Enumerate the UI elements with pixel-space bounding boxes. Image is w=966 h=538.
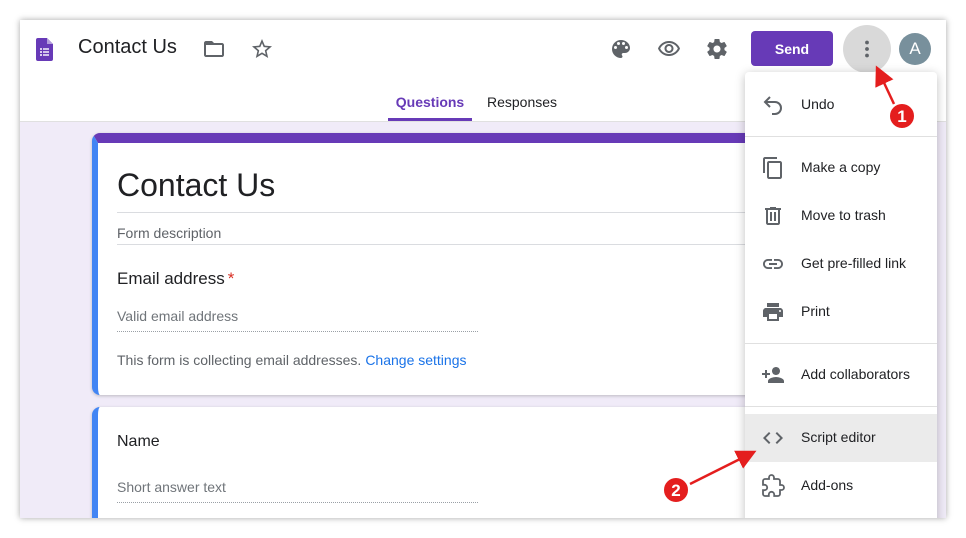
menu-item-label: Undo xyxy=(801,96,835,112)
puzzle-icon xyxy=(761,474,785,498)
menu-item-label: Print xyxy=(801,303,830,319)
account-avatar[interactable]: A xyxy=(899,33,931,65)
menu-divider xyxy=(745,406,937,407)
forms-logo-icon[interactable] xyxy=(36,38,53,61)
menu-item-add-collaborators[interactable]: Add collaborators xyxy=(745,351,937,399)
menu-divider xyxy=(745,136,937,137)
collecting-email-notice: This form is collecting email addresses.… xyxy=(117,352,467,368)
settings-gear-icon[interactable] xyxy=(705,37,729,61)
document-title[interactable]: Contact Us xyxy=(78,36,177,59)
tab-responses[interactable]: Responses xyxy=(487,94,557,121)
question-card-name[interactable]: Name Short answer text xyxy=(92,407,772,518)
email-answer-placeholder: Valid email address xyxy=(117,308,239,324)
change-settings-link[interactable]: Change settings xyxy=(365,352,466,368)
question-label-email: Email address * xyxy=(117,269,234,289)
star-icon[interactable] xyxy=(250,37,274,61)
more-options-menu: Undo Make a copy Move to trash Get pre-f… xyxy=(745,72,937,518)
tab-questions[interactable]: Questions xyxy=(388,94,472,121)
palette-icon[interactable] xyxy=(609,37,633,61)
menu-item-undo[interactable]: Undo xyxy=(745,81,937,129)
menu-item-script-editor[interactable]: Script editor xyxy=(745,414,937,462)
menu-item-add-ons[interactable]: Add-ons xyxy=(745,462,937,510)
menu-item-label: Make a copy xyxy=(801,159,881,175)
form-description-input[interactable]: Form description xyxy=(117,225,221,241)
folder-icon[interactable] xyxy=(202,37,226,61)
menu-item-label: Get pre-filled link xyxy=(801,255,907,271)
preview-eye-icon[interactable] xyxy=(657,37,681,61)
description-divider xyxy=(117,244,777,245)
collecting-text: This form is collecting email addresses. xyxy=(117,352,362,368)
answer-underline xyxy=(117,502,478,503)
form-header-card: Contact Us Form description Email addres… xyxy=(92,133,777,395)
menu-divider xyxy=(745,343,937,344)
send-button[interactable]: Send xyxy=(751,31,833,66)
menu-item-prefilled-link[interactable]: Get pre-filled link xyxy=(745,240,937,288)
menu-item-print[interactable]: Print xyxy=(745,288,937,336)
code-icon xyxy=(761,426,785,450)
undo-icon xyxy=(761,93,785,117)
title-divider xyxy=(117,212,777,213)
trash-icon xyxy=(761,204,785,228)
question-label-name: Name xyxy=(117,433,160,450)
menu-item-label: Script editor xyxy=(801,429,876,445)
answer-underline xyxy=(117,331,478,332)
menu-item-label: Add-ons xyxy=(801,477,854,493)
more-vert-icon xyxy=(865,40,869,58)
menu-item-label: Move to trash xyxy=(801,207,886,223)
more-options-button[interactable] xyxy=(843,25,891,73)
menu-item-label: Add collaborators xyxy=(801,366,910,382)
form-title[interactable]: Contact Us xyxy=(117,167,275,204)
menu-item-move-to-trash[interactable]: Move to trash xyxy=(745,192,937,240)
print-icon xyxy=(761,300,785,324)
app-window: Contact Us Send A Questions Responses Co… xyxy=(20,20,946,518)
name-answer-placeholder: Short answer text xyxy=(117,479,226,495)
question-label-text: Email address xyxy=(117,269,225,288)
required-asterisk: * xyxy=(227,269,235,288)
add-people-icon xyxy=(761,363,785,387)
link-icon xyxy=(761,252,785,276)
copy-icon xyxy=(761,156,785,180)
menu-item-make-copy[interactable]: Make a copy xyxy=(745,144,937,192)
